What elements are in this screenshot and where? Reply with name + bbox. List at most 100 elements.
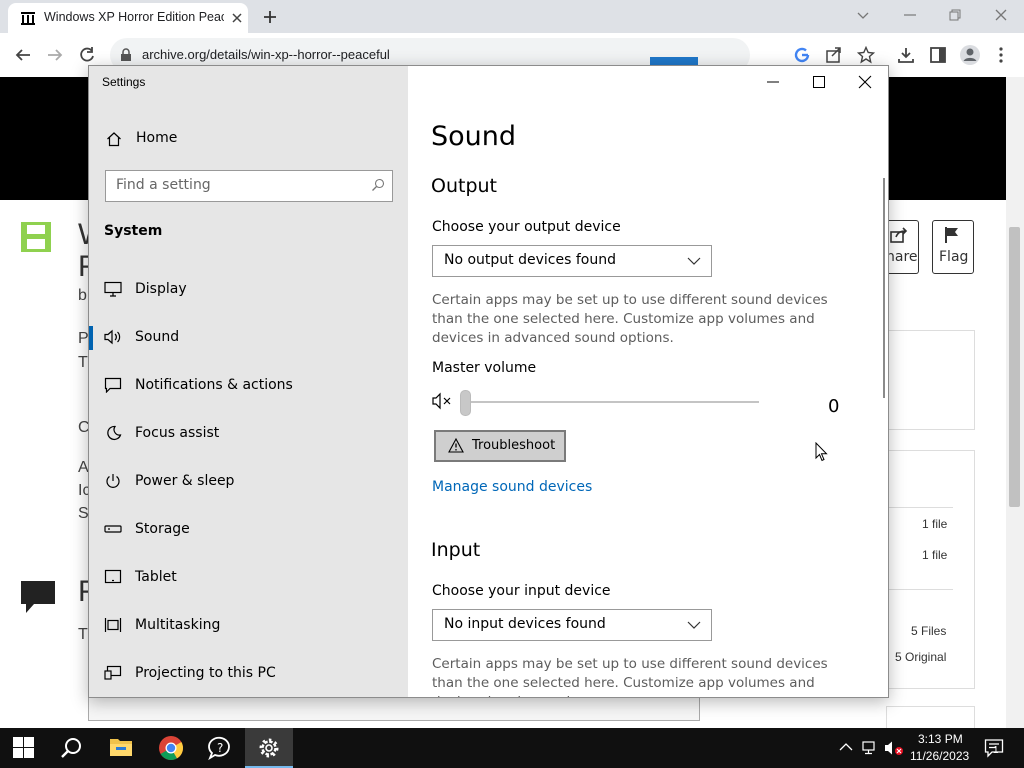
taskbar-time[interactable]: 3:13 PM [918, 732, 963, 746]
volume-value: 0 [828, 396, 840, 417]
output-device-value: No output devices found [444, 252, 616, 268]
browser-tab[interactable]: Windows XP Horror Edition Peac [8, 3, 248, 33]
divider [887, 589, 953, 590]
tablet-icon [104, 569, 122, 585]
floppy-save-icon [20, 221, 52, 253]
input-description: Certain apps may be set up to use differ… [432, 656, 828, 697]
file-count: 5 Original [895, 650, 947, 664]
browser-restore-icon[interactable] [947, 7, 963, 23]
mute-volume-icon[interactable] [432, 392, 456, 410]
sidebar-item-label: Display [135, 281, 187, 297]
taskbar-date[interactable]: 11/26/2023 [910, 749, 969, 763]
volume-slider-track[interactable] [465, 401, 759, 403]
sound-settings-content: Sound Output Choose your output device N… [408, 66, 888, 697]
browser-tab-strip: Windows XP Horror Edition Peac [0, 0, 1024, 33]
master-volume-label: Master volume [432, 360, 537, 376]
browser-menu-icon[interactable] [996, 46, 1006, 64]
file-explorer-button[interactable] [97, 728, 145, 768]
taskbar-search-button[interactable] [48, 728, 96, 768]
lock-icon [120, 48, 132, 62]
sidebar-item-power-sleep[interactable]: Power & sleep [89, 460, 408, 504]
input-device-label: Choose your input device [432, 583, 611, 599]
sidebar-item-label: Focus assist [135, 425, 220, 441]
show-hidden-icons-chevron-icon[interactable] [839, 742, 853, 752]
search-icon[interactable] [371, 178, 385, 192]
input-device-dropdown[interactable]: No input devices found [432, 609, 712, 641]
volume-slider-thumb[interactable] [460, 390, 471, 416]
sidebar-item-tablet[interactable]: Tablet [89, 556, 408, 600]
content-scrollbar[interactable] [883, 178, 885, 398]
side-panel-icon[interactable] [929, 46, 947, 64]
new-tab-icon[interactable] [262, 9, 278, 25]
get-help-button[interactable]: ? [196, 728, 244, 768]
chrome-button[interactable] [147, 728, 195, 768]
chevron-down-icon [687, 256, 701, 266]
sidebar-item-storage[interactable]: Storage [89, 508, 408, 552]
sidebar-item-projecting[interactable]: Projecting to this PC [89, 652, 408, 696]
multitasking-icon [104, 617, 122, 633]
sidebar-item-notifications[interactable]: Notifications & actions [89, 364, 408, 408]
volume-muted-tray-icon[interactable] [884, 740, 904, 756]
sidebar-item-sound[interactable]: Sound [89, 316, 408, 360]
profile-avatar-icon[interactable] [959, 44, 981, 66]
bookmark-star-icon[interactable] [857, 46, 875, 64]
chat-bubble-icon [20, 580, 56, 614]
address-url: archive.org/details/win-xp--horror--peac… [142, 47, 390, 62]
share-icon [890, 227, 908, 243]
page-scrollbar[interactable] [1006, 77, 1024, 728]
settings-search-input[interactable] [116, 171, 356, 199]
output-device-dropdown[interactable]: No output devices found [432, 245, 712, 277]
settings-minimize-icon[interactable] [765, 74, 781, 90]
page-title: Sound [431, 121, 517, 152]
blue-bar-behind [650, 57, 698, 65]
troubleshoot-button[interactable]: Troubleshoot [434, 430, 566, 462]
sidebar-item-display[interactable]: Display [89, 268, 408, 312]
page-scrollbar-thumb[interactable] [1009, 227, 1020, 507]
mouse-cursor-icon [815, 442, 828, 462]
sidebar-item-focus-assist[interactable]: Focus assist [89, 412, 408, 456]
network-icon[interactable] [862, 740, 880, 756]
sidebar-item-label: Multitasking [135, 617, 221, 633]
output-device-label: Choose your output device [432, 219, 621, 235]
browser-close-icon[interactable] [993, 7, 1009, 23]
back-arrow-icon[interactable] [14, 46, 32, 64]
google-icon[interactable] [793, 46, 811, 64]
manage-sound-devices-link[interactable]: Manage sound devices [432, 479, 592, 495]
start-button[interactable] [0, 728, 48, 768]
settings-taskbar-button[interactable] [245, 728, 293, 768]
settings-close-icon[interactable] [857, 74, 873, 90]
download-icon[interactable] [897, 46, 915, 64]
notifications-icon [104, 377, 122, 393]
sidebar-item-home[interactable]: Home [89, 120, 408, 156]
sidebar-item-label: Projecting to this PC [135, 665, 276, 681]
file-count: 5 Files [911, 624, 947, 638]
page-text-fragment: T [78, 626, 88, 643]
sidebar-item-multitasking[interactable]: Multitasking [89, 604, 408, 648]
settings-search-box [105, 170, 393, 202]
sound-icon [104, 329, 122, 345]
settings-sidebar: Settings Home System Display Soun [89, 66, 408, 697]
troubleshoot-label: Troubleshoot [472, 438, 556, 453]
forward-arrow-icon[interactable] [46, 46, 64, 64]
share-label: hare [886, 249, 918, 265]
tab-search-chevron-icon[interactable] [855, 7, 871, 23]
flag-button[interactable]: Flag [932, 220, 974, 274]
storage-icon [104, 521, 122, 537]
reload-icon[interactable] [78, 46, 96, 64]
browser-minimize-icon[interactable] [902, 7, 918, 23]
sidebar-item-label: Notifications & actions [135, 377, 293, 393]
warning-icon [448, 438, 464, 453]
settings-maximize-icon[interactable] [811, 74, 827, 90]
page-text-fragment: T [78, 354, 88, 371]
browser-tab-title: Windows XP Horror Edition Peac [44, 10, 224, 24]
active-indicator [89, 326, 93, 350]
projecting-icon [104, 665, 122, 681]
home-icon [106, 131, 122, 147]
share-page-icon[interactable] [825, 46, 843, 64]
sidebar-item-label: Power & sleep [135, 473, 235, 489]
power-icon [104, 473, 122, 489]
file-count: 1 file [922, 517, 948, 531]
flag-label: Flag [939, 249, 969, 265]
tab-close-icon[interactable] [230, 11, 244, 25]
input-device-value: No input devices found [444, 616, 606, 632]
